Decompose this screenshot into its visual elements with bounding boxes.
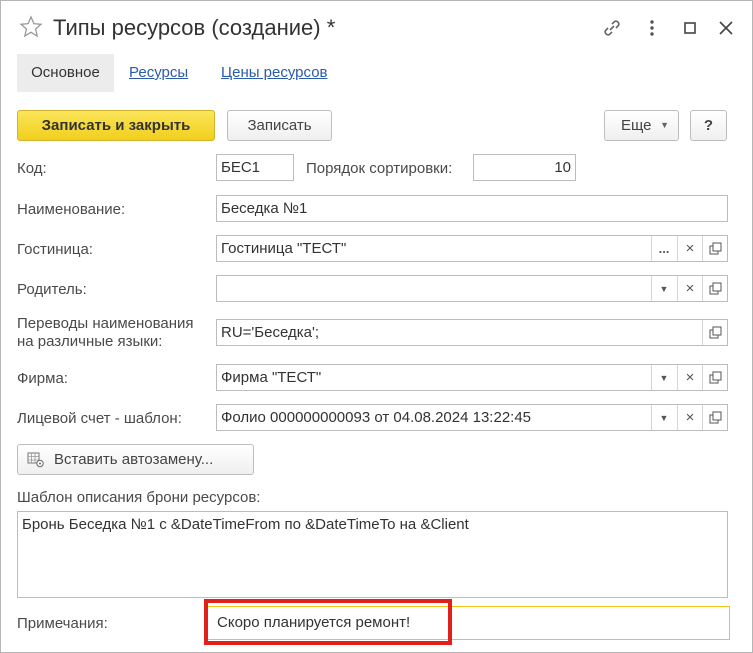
tab-resources[interactable]: Ресурсы [129,54,188,92]
code-field[interactable]: БЕС1 [216,154,294,181]
translations-label: Переводы наименования на различные языки… [17,315,194,351]
code-label: Код: [17,160,47,177]
firm-value: Фирма "ТЕСТ" [221,369,322,386]
clear-icon[interactable]: × [677,276,702,301]
clear-icon[interactable]: × [677,365,702,390]
table-settings-icon [27,452,44,468]
translations-label-line2: на различные языки: [17,333,163,350]
more-actions-button[interactable]: Еще ▼ [604,110,679,141]
more-menu-icon[interactable] [641,17,663,39]
firm-label: Фирма: [17,370,68,387]
favorite-star-icon[interactable] [19,15,43,39]
insert-autoreplace-button[interactable]: Вставить автозамену... [17,444,254,475]
help-button[interactable]: ? [690,110,727,141]
dropdown-icon[interactable]: ▼ [651,405,676,430]
insert-autoreplace-label: Вставить автозамену... [54,451,214,468]
notes-label: Примечания: [17,615,108,632]
open-icon[interactable] [702,276,727,301]
hotel-label: Гостиница: [17,241,93,258]
maximize-icon[interactable] [679,17,701,39]
notes-value: Скоро планируется ремонт! [217,614,411,631]
save-and-close-button[interactable]: Записать и закрыть [17,110,215,141]
name-label: Наименование: [17,201,126,218]
name-field[interactable]: Беседка №1 [216,195,728,222]
booking-template-textarea[interactable]: Бронь Беседка №1 с &DateTimeFrom по &Dat… [17,511,728,598]
firm-field[interactable]: Фирма "ТЕСТ" ▼ × [216,364,728,391]
dropdown-icon[interactable]: ▼ [651,276,676,301]
tab-resource-prices[interactable]: Цены ресурсов [221,54,328,92]
close-icon[interactable] [715,17,737,39]
notes-field[interactable]: Скоро планируется ремонт! [206,606,730,640]
account-template-label: Лицевой счет - шаблон: [17,410,182,427]
more-actions-label: Еще [621,117,652,134]
parent-label: Родитель: [17,281,87,298]
open-icon[interactable] [702,236,727,261]
tab-main[interactable]: Основное [17,54,114,92]
open-icon[interactable] [702,320,727,345]
clear-icon[interactable]: × [677,405,702,430]
hotel-value: Гостиница "ТЕСТ" [221,240,347,257]
sort-order-value: 10 [554,159,571,176]
chevron-down-icon: ▼ [660,120,669,130]
open-icon[interactable] [702,365,727,390]
save-button[interactable]: Записать [227,110,332,141]
booking-template-label: Шаблон описания брони ресурсов: [17,489,261,506]
parent-field[interactable]: ▼ × [216,275,728,302]
clear-icon[interactable]: × [677,236,702,261]
link-icon[interactable] [601,17,623,39]
select-ellipsis-icon[interactable]: ... [651,236,676,261]
sort-order-field[interactable]: 10 [473,154,576,181]
window-title: Типы ресурсов (создание) * [53,15,336,40]
account-template-value: Фолио 000000000093 от 04.08.2024 13:22:4… [221,409,532,426]
translations-value: RU='Беседка'; [221,324,320,341]
booking-template-value: Бронь Беседка №1 с &DateTimeFrom по &Dat… [22,516,469,533]
open-icon[interactable] [702,405,727,430]
name-value: Беседка №1 [221,200,308,217]
translations-field[interactable]: RU='Беседка'; [216,319,728,346]
translations-label-line1: Переводы наименования [17,315,194,332]
dropdown-icon[interactable]: ▼ [651,365,676,390]
form-window: Типы ресурсов (создание) * Основное Ресу… [0,0,753,653]
code-value: БЕС1 [221,159,261,176]
sort-order-label: Порядок сортировки: [306,160,453,177]
hotel-field[interactable]: Гостиница "ТЕСТ" ... × [216,235,728,262]
account-template-field[interactable]: Фолио 000000000093 от 04.08.2024 13:22:4… [216,404,728,431]
